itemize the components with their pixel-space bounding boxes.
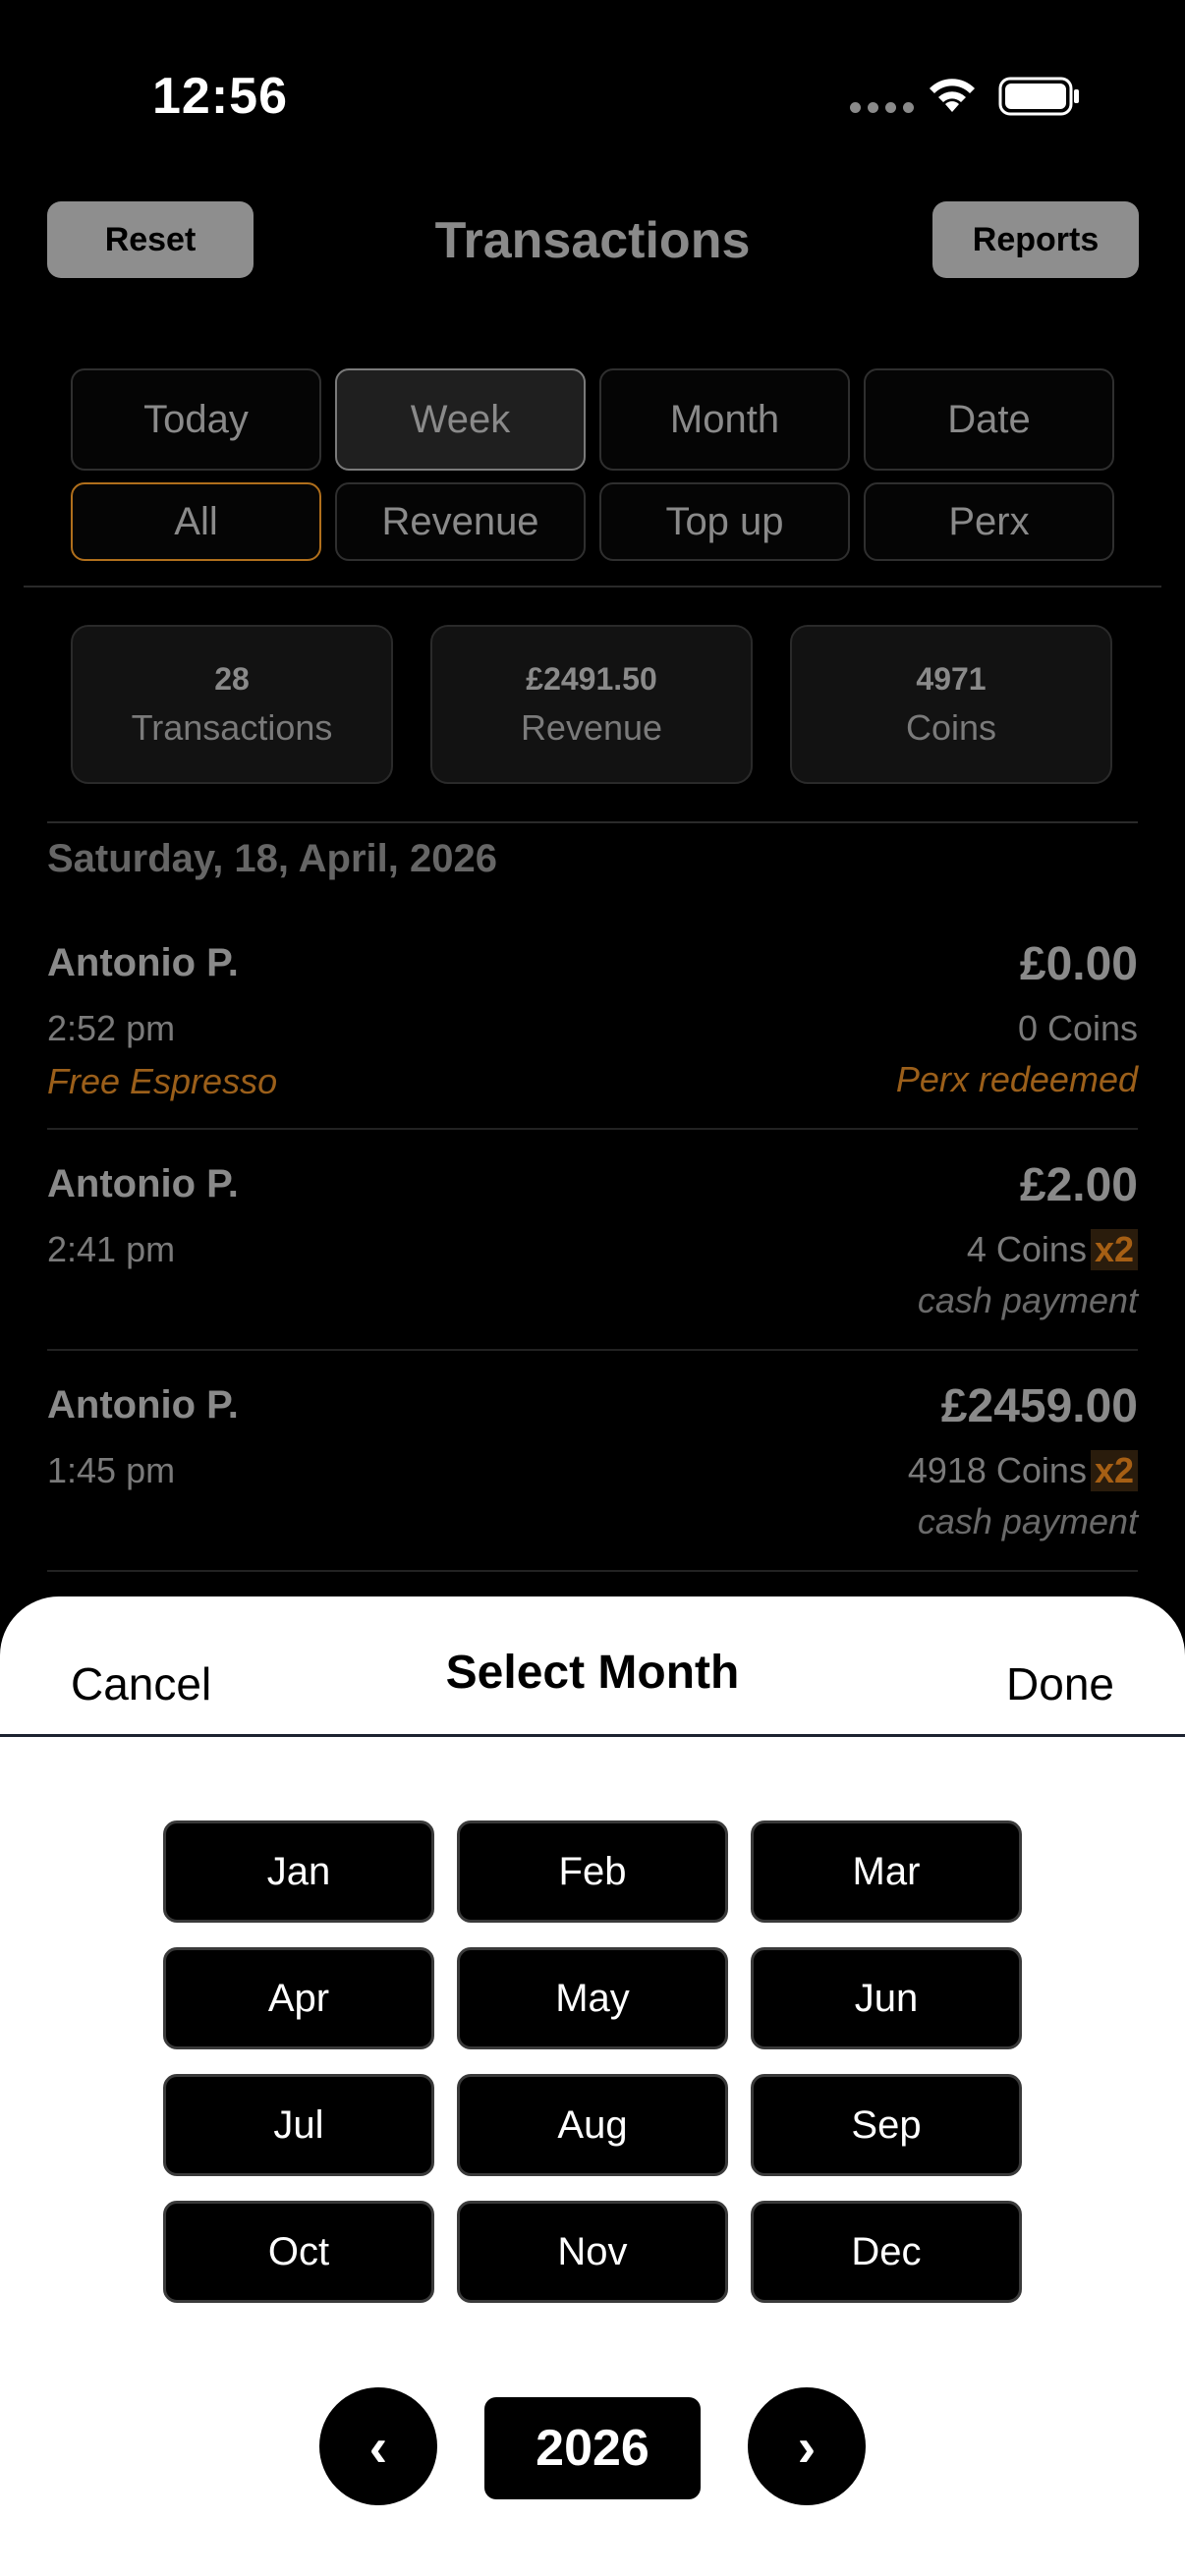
month-jul-button[interactable]: Jul <box>163 2074 434 2176</box>
month-sep-button[interactable]: Sep <box>751 2074 1022 2176</box>
type-filter-row: All Revenue Top up Perx <box>71 482 1114 561</box>
transaction-amount: £0.00 <box>1019 938 1138 990</box>
filter-top-up[interactable]: Top up <box>599 482 850 561</box>
filters-divider <box>24 586 1161 588</box>
filter-perx[interactable]: Perx <box>864 482 1114 561</box>
row-divider <box>47 1349 1138 1351</box>
filter-week[interactable]: Week <box>335 368 586 471</box>
month-may-button[interactable]: May <box>457 1947 728 2049</box>
filter-today[interactable]: Today <box>71 368 321 471</box>
filter-date[interactable]: Date <box>864 368 1114 471</box>
month-dec-button[interactable]: Dec <box>751 2201 1022 2303</box>
coins-text: 4918 Coins <box>907 1450 1087 1490</box>
reports-button[interactable]: Reports <box>932 201 1139 278</box>
revenue-summary-card: £2491.50 Revenue <box>430 625 753 784</box>
period-filter-row: Today Week Month Date <box>71 368 1114 471</box>
coins-label: Coins <box>905 706 997 748</box>
row-divider <box>47 1128 1138 1130</box>
filter-revenue[interactable]: Revenue <box>335 482 586 561</box>
coins-total: 4971 <box>916 660 987 697</box>
month-feb-button[interactable]: Feb <box>457 1820 728 1923</box>
month-apr-button[interactable]: Apr <box>163 1947 434 2049</box>
summary-cards: 28 Transactions £2491.50 Revenue 4971 Co… <box>71 625 1112 784</box>
transaction-status: cash payment <box>917 1280 1138 1320</box>
status-bar: 12:56 <box>0 0 1185 187</box>
transaction-time: 2:41 pm <box>47 1229 176 1269</box>
done-button[interactable]: Done <box>1006 1657 1114 1710</box>
transactions-label: Transactions <box>131 706 333 748</box>
transactions-count: 28 <box>214 660 250 697</box>
row-divider <box>47 1570 1138 1572</box>
month-grid: Jan Feb Mar Apr May Jun Jul Aug Sep Oct … <box>163 1820 1022 2303</box>
transaction-time: 2:52 pm <box>47 1008 176 1048</box>
month-nov-button[interactable]: Nov <box>457 2201 728 2303</box>
status-time: 12:56 <box>152 68 288 125</box>
customer-name: Antonio P. <box>47 1162 239 1205</box>
sheet-divider <box>0 1734 1185 1737</box>
coin-multiplier-badge: x2 <box>1090 1229 1138 1270</box>
month-picker-sheet: Cancel Select Month Done Jan Feb Mar Apr… <box>0 1596 1185 2576</box>
previous-year-button[interactable]: ‹ <box>319 2387 437 2505</box>
coins-summary-card: 4971 Coins <box>790 625 1112 784</box>
wifi-icon <box>930 79 975 112</box>
date-section-header: Saturday, 18, April, 2026 <box>47 837 497 880</box>
transaction-amount: £2.00 <box>1019 1159 1138 1211</box>
header: Reset Transactions Reports <box>0 201 1185 280</box>
transaction-coins: 4 Coins x2 <box>967 1229 1138 1270</box>
month-mar-button[interactable]: Mar <box>751 1820 1022 1923</box>
coin-multiplier-badge: x2 <box>1090 1450 1138 1491</box>
transaction-amount: £2459.00 <box>940 1380 1138 1432</box>
transaction-row[interactable]: Antonio P. 2:52 pm Free Espresso £0.00 0… <box>47 938 1138 1128</box>
transaction-status: cash payment <box>917 1501 1138 1541</box>
month-oct-button[interactable]: Oct <box>163 2201 434 2303</box>
filter-month[interactable]: Month <box>599 368 850 471</box>
revenue-total: £2491.50 <box>526 660 657 697</box>
cellular-signal-icon <box>850 102 914 113</box>
filter-all[interactable]: All <box>71 482 321 561</box>
transaction-status: Perx redeemed <box>895 1059 1138 1099</box>
customer-name: Antonio P. <box>47 941 239 984</box>
next-year-button[interactable]: › <box>748 2387 866 2505</box>
summary-divider <box>47 821 1138 823</box>
transaction-row[interactable]: Antonio P. 2:41 pm £2.00 4 Coins x2 cash… <box>47 1159 1138 1349</box>
year-display: 2026 <box>484 2397 701 2499</box>
month-jun-button[interactable]: Jun <box>751 1947 1022 2049</box>
transactions-summary-card: 28 Transactions <box>71 625 393 784</box>
month-jan-button[interactable]: Jan <box>163 1820 434 1923</box>
chevron-left-icon: ‹ <box>368 2415 388 2478</box>
transaction-row[interactable]: Antonio P. 1:45 pm £2459.00 4918 Coins x… <box>47 1380 1138 1570</box>
revenue-label: Revenue <box>520 706 663 748</box>
coins-text: 0 Coins <box>1017 1008 1138 1048</box>
transaction-time: 1:45 pm <box>47 1450 176 1490</box>
coins-text: 4 Coins <box>966 1229 1087 1269</box>
chevron-right-icon: › <box>797 2415 817 2478</box>
transaction-coins: 0 Coins <box>1018 1008 1138 1049</box>
customer-name: Antonio P. <box>47 1383 239 1427</box>
year-navigator: ‹ 2026 › <box>0 2387 1185 2505</box>
battery-icon <box>998 77 1079 116</box>
transaction-coins: 4918 Coins x2 <box>908 1450 1138 1491</box>
month-aug-button[interactable]: Aug <box>457 2074 728 2176</box>
perx-item: Free Espresso <box>47 1061 278 1101</box>
